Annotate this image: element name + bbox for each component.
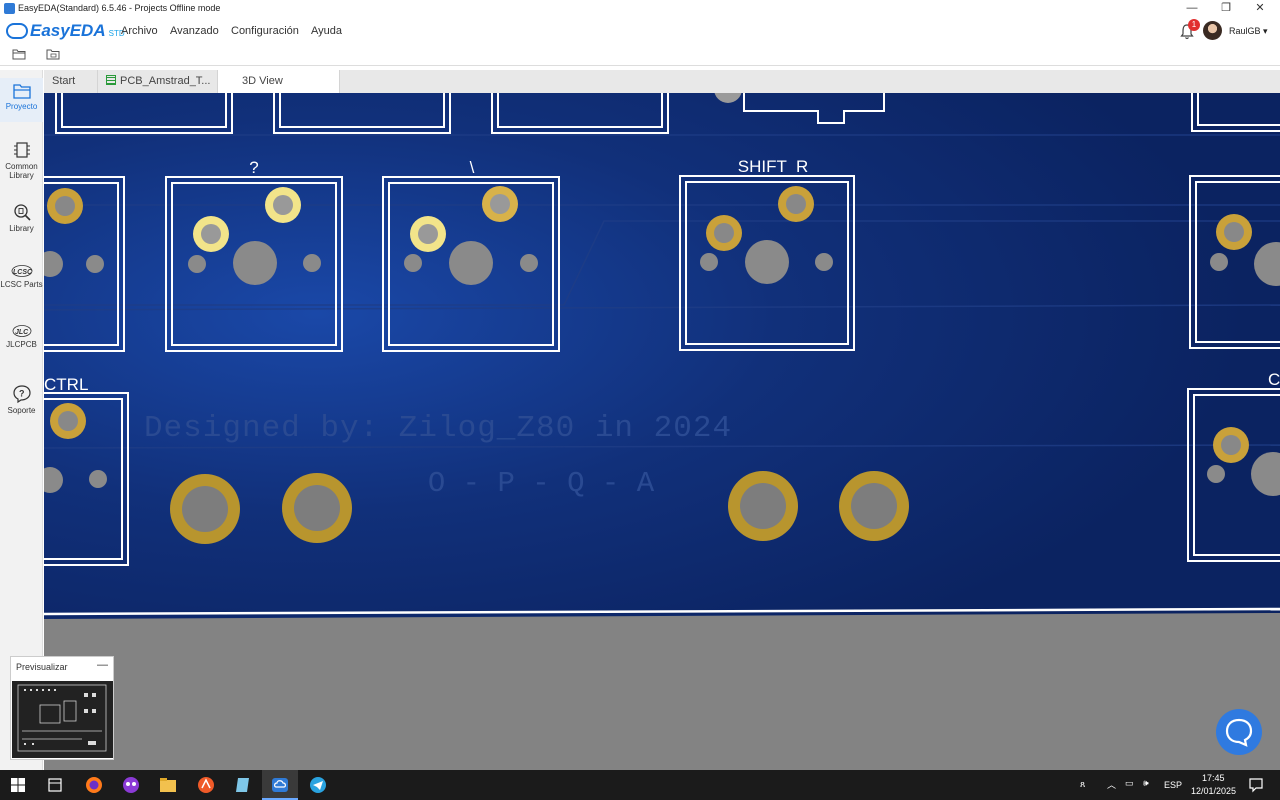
key-label-shift-r: SHIFT R: [738, 157, 809, 176]
tab-start-label: Start: [52, 75, 76, 87]
taskbar-easyeda-active[interactable]: [262, 770, 298, 800]
clock-time[interactable]: 17:45: [1202, 773, 1225, 783]
document-tabs: Start PCB_Amstrad_T... 3D View: [44, 70, 1280, 93]
sidebar-item-library[interactable]: Library: [0, 202, 43, 233]
taskbar: ጸ ︿ ▭ 🕪 ESP 17:45 12/01/2025: [0, 770, 1280, 800]
tab-pcb[interactable]: PCB_Amstrad_T...: [98, 70, 218, 93]
board-subcredit: O - P - Q - A: [428, 467, 655, 500]
key-label-question: ?: [249, 158, 258, 177]
people-icon[interactable]: ጸ: [1080, 779, 1085, 790]
brand-name: EasyEDA: [30, 21, 106, 40]
window-title: EasyEDA(Standard) 6.5.46 - Projects Offl…: [18, 3, 221, 13]
tab-pcb-label: PCB_Amstrad_T...: [120, 75, 211, 87]
avatar[interactable]: [1203, 21, 1222, 40]
notification-badge: 1: [1188, 19, 1200, 31]
tab-3d-view[interactable]: 3D View: [218, 70, 340, 93]
library-search-icon: [13, 204, 31, 221]
task-view-icon[interactable]: [45, 775, 65, 795]
folder-icon: [12, 84, 31, 99]
sidebar-item-jlcpcb[interactable]: JLC JLCPCB: [0, 324, 43, 349]
close-button[interactable]: ✕: [1244, 0, 1276, 18]
project-folder-icon[interactable]: [46, 48, 60, 60]
app-icon-orange[interactable]: [196, 775, 216, 795]
sidebar-label-common-library: Common Library: [5, 162, 38, 180]
open-folder-icon[interactable]: [12, 48, 26, 60]
windows-start-icon[interactable]: [8, 775, 28, 795]
firefox-icon[interactable]: [84, 775, 104, 795]
preview-thumbnail[interactable]: [12, 681, 113, 758]
preview-panel: Previsualizar —: [10, 656, 114, 760]
menu-ayuda[interactable]: Ayuda: [311, 25, 342, 37]
user-name: RaulGB: [1229, 26, 1261, 36]
key-label-ctrl: CTRL: [44, 375, 88, 394]
sidebar-label-soporte: Soporte: [7, 406, 36, 415]
cloud-icon: [6, 23, 28, 39]
sidebar-item-common-library[interactable]: Common Library: [0, 140, 43, 180]
notepad-icon[interactable]: [233, 775, 253, 795]
key-label-partial: C: [1268, 370, 1280, 389]
pcb-icon: [106, 75, 116, 85]
sidebar-item-proyecto[interactable]: Proyecto: [0, 78, 43, 122]
sidebar-label-library: Library: [9, 224, 34, 233]
key-label-backslash: \: [470, 158, 475, 177]
network-icon[interactable]: ▭: [1125, 778, 1134, 789]
menu-avanzado[interactable]: Avanzado: [170, 25, 219, 37]
title-bar: EasyEDA(Standard) 6.5.46 - Projects Offl…: [0, 0, 1280, 18]
restore-button[interactable]: ❐: [1210, 0, 1242, 18]
notification-center-icon[interactable]: [1246, 775, 1266, 795]
chevron-up-icon[interactable]: ︿: [1107, 778, 1116, 791]
chat-bubble-icon: [1225, 718, 1253, 747]
3d-viewport[interactable]: ? \ SHIFT R CTRL C Designed by: Zilog_Z8…: [44, 93, 1280, 770]
sidebar-label-jlcpcb: JLCPCB: [6, 340, 37, 349]
app-icon: [4, 3, 15, 14]
tab-start[interactable]: Start: [44, 70, 98, 93]
telegram-icon[interactable]: [308, 775, 328, 795]
sidebar-item-lcsc-parts[interactable]: LCSC LCSC Parts: [0, 264, 43, 289]
app-icon-mask[interactable]: [121, 775, 141, 795]
preview-minimize-button[interactable]: —: [97, 659, 108, 671]
minimize-button[interactable]: —: [1176, 0, 1208, 18]
help-icon: ?: [12, 385, 31, 404]
volume-icon[interactable]: 🕪: [1143, 778, 1149, 789]
language-indicator[interactable]: ESP: [1164, 780, 1182, 790]
chat-support-button[interactable]: [1216, 709, 1262, 755]
user-menu[interactable]: RaulGB ▾: [1229, 26, 1268, 37]
board-credit: Designed by: Zilog_Z80 in 2024: [144, 411, 732, 446]
pcb-board: [44, 93, 1280, 619]
preview-header: Previsualizar —: [11, 657, 113, 677]
brand-logo: EasyEDA STD: [6, 20, 125, 42]
preview-title: Previsualizar: [16, 662, 68, 672]
menu-archivo[interactable]: Archivo: [121, 25, 158, 37]
toolbar: [0, 44, 1280, 66]
clock-date[interactable]: 12/01/2025: [1191, 786, 1236, 796]
jlc-icon: JLC: [12, 325, 31, 337]
sidebar-label-lcsc-parts: LCSC Parts: [0, 280, 43, 289]
sidebar-item-soporte[interactable]: ? Soporte: [0, 384, 43, 415]
sidebar-label-proyecto: Proyecto: [5, 102, 38, 111]
menu-bar: EasyEDA STD Archivo Avanzado Configuraci…: [0, 18, 1280, 44]
svg-text:?: ?: [19, 389, 25, 399]
svg-text:JLC: JLC: [15, 329, 29, 336]
tab-3d-view-label: 3D View: [242, 75, 283, 87]
chip-icon: [13, 142, 30, 158]
svg-text:LCSC: LCSC: [13, 269, 33, 276]
easyeda-icon: [272, 778, 288, 792]
lcsc-icon: LCSC: [11, 265, 33, 277]
menu-configuracion[interactable]: Configuración: [231, 25, 299, 37]
file-explorer-icon[interactable]: [158, 775, 178, 795]
